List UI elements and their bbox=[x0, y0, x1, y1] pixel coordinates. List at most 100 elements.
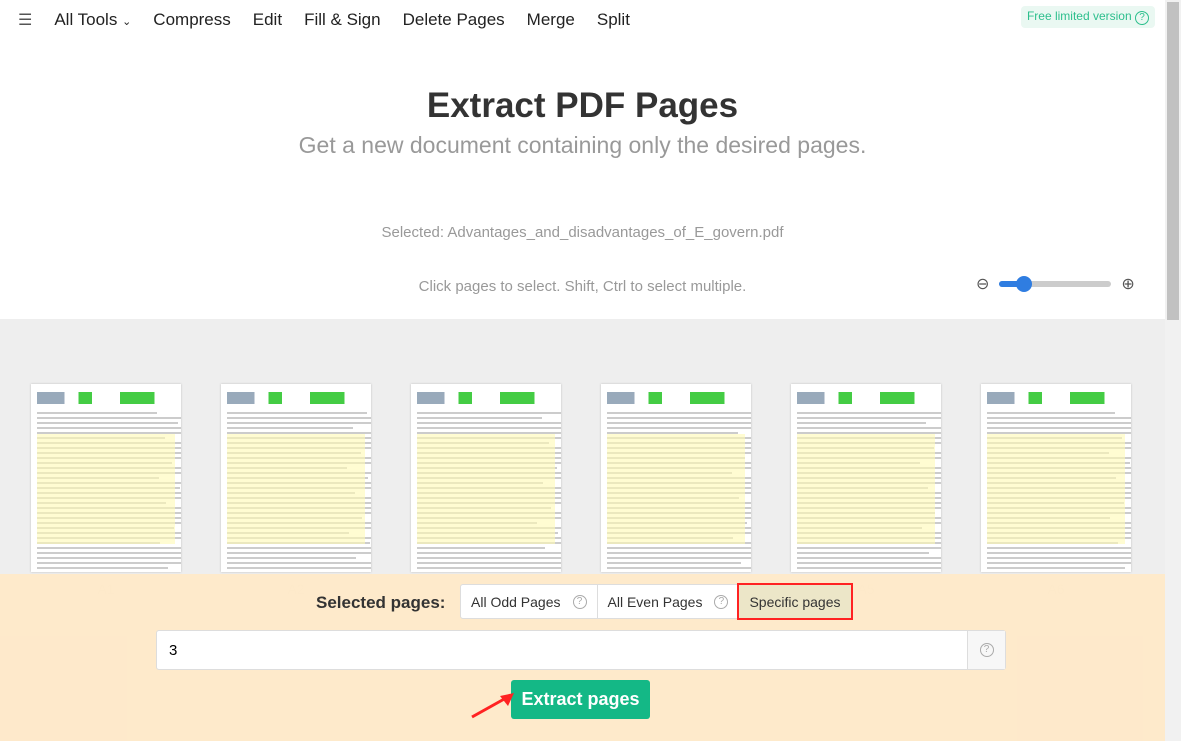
text-line bbox=[37, 557, 181, 559]
text-line bbox=[37, 412, 157, 414]
page-header bbox=[987, 392, 1125, 404]
page-thumbnail[interactable] bbox=[601, 384, 751, 572]
text-line bbox=[37, 547, 181, 549]
help-icon[interactable]: ? bbox=[714, 594, 729, 609]
text-line bbox=[227, 427, 353, 429]
nav-split[interactable]: Split bbox=[597, 10, 630, 30]
text-line bbox=[987, 547, 1131, 549]
text-line bbox=[607, 567, 751, 569]
text-line bbox=[37, 417, 181, 419]
text-line bbox=[37, 552, 181, 554]
page-thumbnail[interactable] bbox=[31, 384, 181, 572]
text-line bbox=[37, 427, 181, 429]
text-line bbox=[607, 562, 741, 564]
nav-fill-sign[interactable]: Fill & Sign bbox=[304, 10, 381, 30]
help-icon: ? bbox=[979, 643, 994, 657]
options-panel: Selected pages: All Odd Pages? All Even … bbox=[0, 574, 1165, 741]
zoom-slider[interactable] bbox=[999, 276, 1112, 292]
nav-merge[interactable]: Merge bbox=[527, 10, 575, 30]
text-line bbox=[987, 427, 1131, 429]
page-title: Extract PDF Pages bbox=[426, 86, 739, 125]
selected-pages-label: Selected pages: bbox=[316, 593, 446, 612]
text-line bbox=[417, 412, 561, 414]
page-highlight bbox=[987, 434, 1125, 544]
text-line bbox=[227, 562, 371, 564]
text-line bbox=[417, 567, 561, 569]
option-all-even[interactable]: All Even Pages? bbox=[598, 585, 740, 618]
pages-input[interactable] bbox=[157, 631, 967, 669]
top-nav: ☰ All Tools ⌄ Compress Edit Fill & Sign … bbox=[0, 0, 1165, 40]
free-version-badge[interactable]: Free limited version ? bbox=[1020, 6, 1155, 28]
page-highlight bbox=[607, 434, 745, 544]
option-label: All Odd Pages bbox=[471, 593, 561, 610]
text-line bbox=[987, 552, 1131, 554]
page-highlight bbox=[417, 434, 555, 544]
page-header bbox=[417, 392, 555, 404]
help-icon[interactable]: ? bbox=[572, 594, 587, 609]
text-line bbox=[797, 547, 941, 549]
text-line bbox=[227, 567, 371, 569]
option-all-odd[interactable]: All Odd Pages? bbox=[461, 585, 598, 618]
page-header bbox=[607, 392, 745, 404]
text-line bbox=[987, 417, 1131, 419]
text-line bbox=[987, 412, 1115, 414]
nav-edit[interactable]: Edit bbox=[253, 10, 282, 30]
page-subtitle: Get a new document containing only the d… bbox=[298, 132, 867, 158]
text-line bbox=[797, 417, 941, 419]
text-line bbox=[607, 422, 751, 424]
scrollbar[interactable] bbox=[1165, 0, 1181, 741]
page-thumbnail[interactable] bbox=[981, 384, 1131, 572]
nav-all-tools[interactable]: All Tools ⌄ bbox=[54, 10, 131, 30]
text-line bbox=[987, 562, 1131, 564]
text-line bbox=[227, 417, 371, 419]
nav-compress[interactable]: Compress bbox=[153, 10, 230, 30]
text-line bbox=[797, 552, 929, 554]
text-line bbox=[797, 412, 941, 414]
input-help[interactable]: ? bbox=[967, 631, 1005, 669]
option-label: Specific pages bbox=[749, 593, 841, 610]
text-line bbox=[417, 417, 542, 419]
text-line bbox=[227, 547, 371, 549]
page-header bbox=[227, 392, 365, 404]
page-highlight bbox=[37, 434, 175, 544]
zoom-in-icon[interactable]: ⊕ bbox=[1121, 274, 1134, 294]
page-thumbnail[interactable] bbox=[411, 384, 561, 572]
page-header bbox=[37, 392, 175, 404]
text-line bbox=[417, 547, 545, 549]
text-line bbox=[607, 427, 751, 429]
page-thumbnail[interactable] bbox=[221, 384, 371, 572]
page-header bbox=[797, 392, 935, 404]
nav-delete-pages[interactable]: Delete Pages bbox=[403, 10, 505, 30]
text-line bbox=[797, 557, 941, 559]
page-thumbnail[interactable] bbox=[791, 384, 941, 572]
text-line bbox=[607, 412, 751, 414]
text-line bbox=[987, 557, 1131, 559]
text-line bbox=[37, 422, 178, 424]
menu-icon[interactable]: ☰ bbox=[18, 10, 32, 30]
text-line bbox=[607, 547, 751, 549]
text-line bbox=[797, 422, 926, 424]
scrollbar-thumb[interactable] bbox=[1167, 2, 1179, 320]
text-line bbox=[607, 552, 751, 554]
selected-file: Selected: Advantages_and_disadvantages_o… bbox=[381, 224, 784, 241]
text-line bbox=[227, 557, 356, 559]
text-line bbox=[417, 552, 561, 554]
text-line bbox=[37, 562, 181, 564]
text-line bbox=[797, 567, 941, 569]
text-line bbox=[797, 427, 941, 429]
nav-label: All Tools bbox=[54, 10, 118, 29]
text-line bbox=[797, 562, 941, 564]
chevron-down-icon: ⌄ bbox=[122, 16, 132, 28]
zoom-out-icon[interactable]: ⊖ bbox=[976, 274, 989, 294]
text-line bbox=[607, 417, 751, 419]
page-mode-group: All Odd Pages? All Even Pages? Specific … bbox=[460, 583, 853, 620]
option-specific[interactable]: Specific pages bbox=[737, 583, 853, 620]
zoom-slider-handle[interactable] bbox=[1016, 276, 1033, 292]
text-line bbox=[37, 567, 168, 569]
pages-input-group: ? bbox=[156, 630, 1006, 670]
text-line bbox=[607, 557, 751, 559]
page-highlight bbox=[797, 434, 935, 544]
extract-pages-button[interactable]: Extract pages bbox=[511, 680, 650, 719]
zoom-control: ⊖ ⊕ bbox=[976, 274, 1135, 294]
text-line bbox=[987, 567, 1125, 569]
